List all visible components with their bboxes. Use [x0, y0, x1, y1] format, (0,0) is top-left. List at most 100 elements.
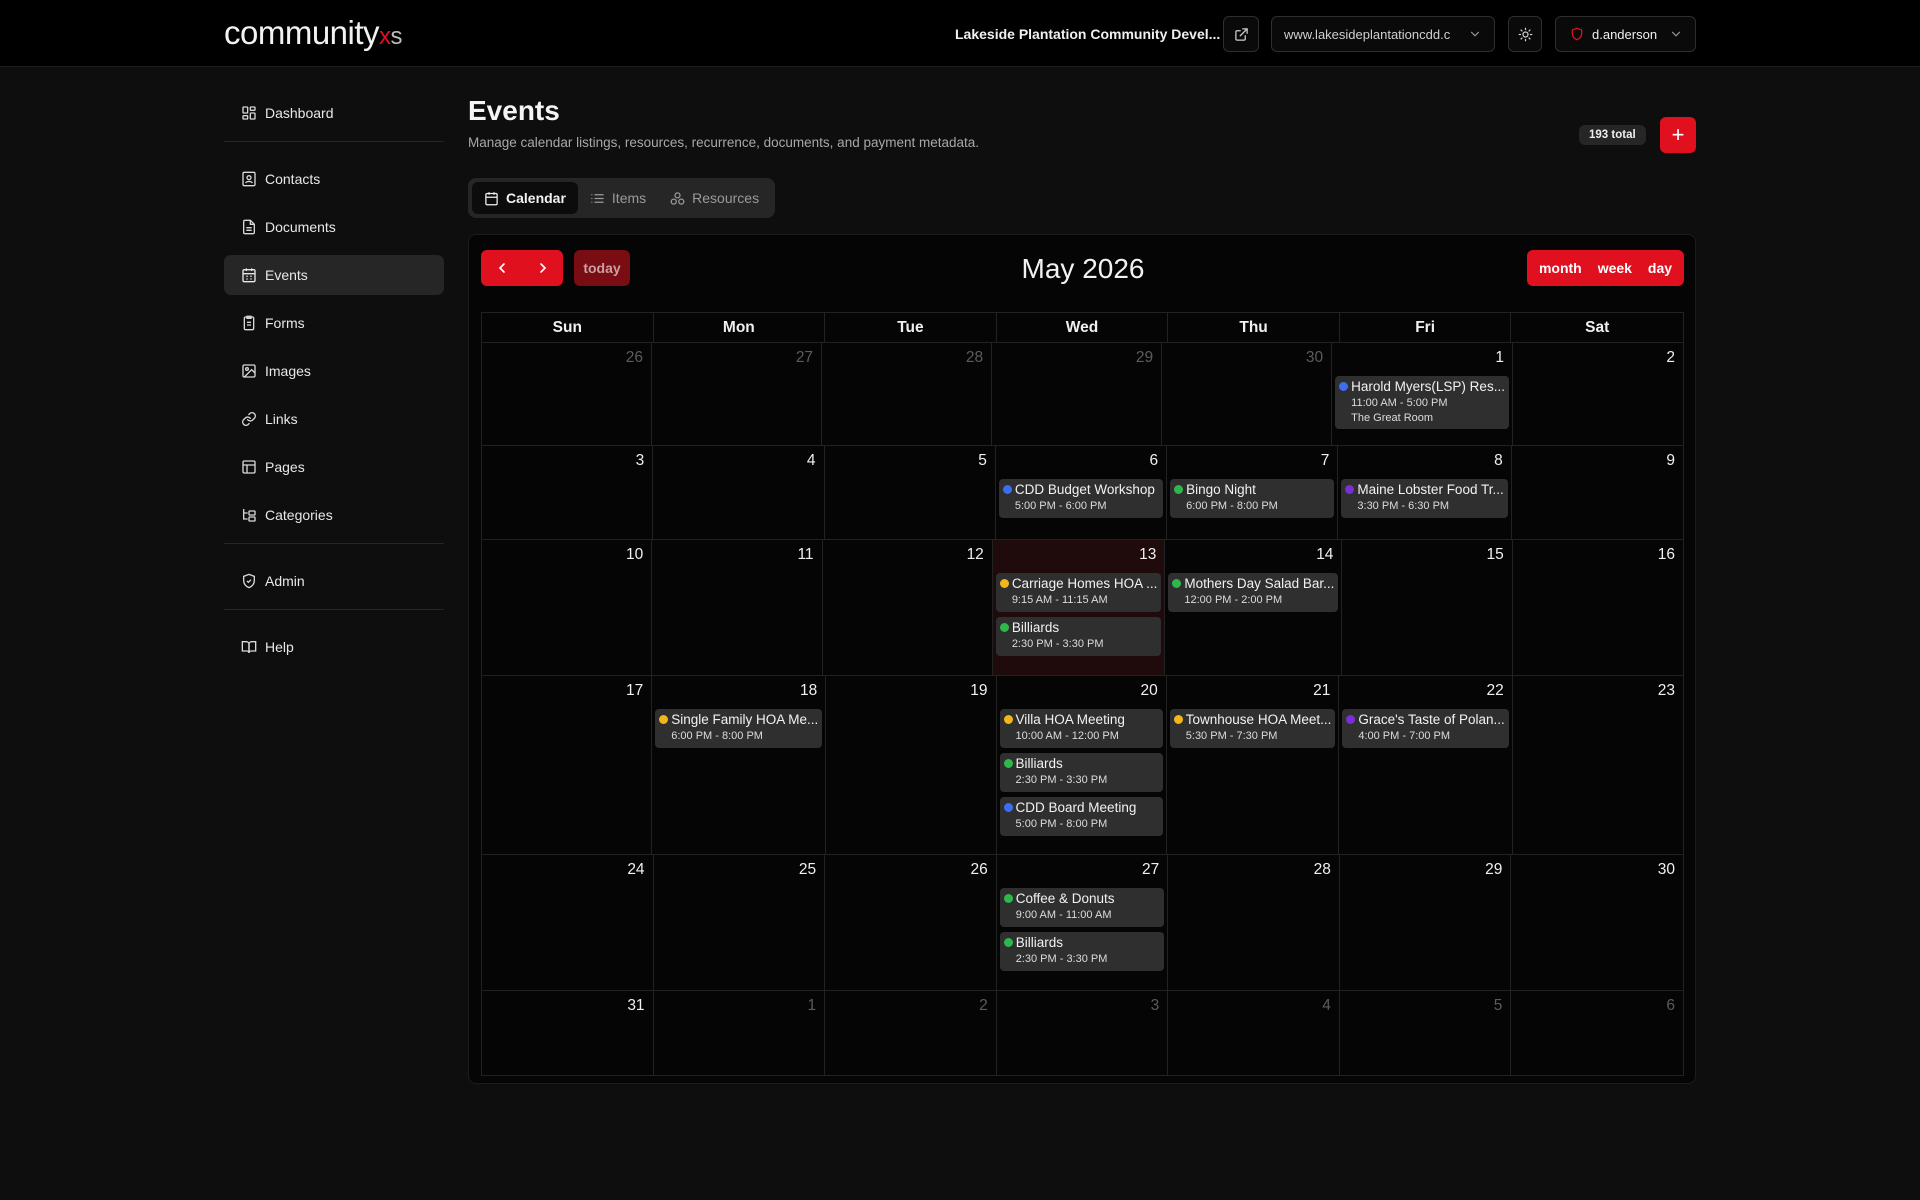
app-logo[interactable]: communityxs	[224, 14, 403, 52]
day-number[interactable]: 23	[1516, 682, 1680, 704]
calendar-day-cell[interactable]: 15	[1342, 540, 1513, 675]
calendar-event[interactable]: Townhouse HOA Meet... 5:30 PM - 7:30 PM	[1169, 709, 1336, 748]
tab-resources[interactable]: Resources	[658, 182, 771, 214]
day-number[interactable]: 3	[485, 452, 649, 474]
calendar-day-cell[interactable]: 3	[482, 446, 654, 539]
day-number[interactable]: 2	[828, 997, 993, 1019]
calendar-day-cell[interactable]: 27 Coffee & Donuts 9:00 AM - 11:00 AM Billi…	[997, 855, 1169, 990]
tab-items[interactable]: Items	[578, 182, 658, 214]
sidebar-item-categories[interactable]: Categories	[224, 495, 444, 535]
calendar-event[interactable]: Single Family HOA Me... 6:00 PM - 8:00 PM	[655, 709, 823, 748]
day-number[interactable]: 29	[995, 349, 1158, 371]
calendar-day-cell[interactable]: 29	[1340, 855, 1512, 990]
day-number[interactable]: 31	[485, 997, 650, 1019]
day-number[interactable]: 30	[1165, 349, 1328, 371]
calendar-event[interactable]: Grace's Taste of Polan... 4:00 PM - 7:00 …	[1342, 709, 1509, 748]
calendar-event[interactable]: Villa HOA Meeting 10:00 AM - 12:00 PM	[999, 709, 1163, 748]
calendar-event[interactable]: Coffee & Donuts 9:00 AM - 11:00 AM	[999, 888, 1165, 927]
sidebar-item-dashboard[interactable]: Dashboard	[224, 93, 444, 133]
calendar-day-cell[interactable]: 22 Grace's Taste of Polan... 4:00 PM - 7:0…	[1339, 676, 1513, 854]
day-number[interactable]: 2	[1516, 349, 1680, 371]
day-number[interactable]: 12	[826, 546, 989, 568]
day-number[interactable]: 1	[1335, 349, 1509, 371]
calendar-event[interactable]: Billiards 2:30 PM - 3:30 PM	[999, 753, 1163, 792]
calendar-day-cell[interactable]: 4	[653, 446, 825, 539]
calendar-day-cell[interactable]: 6	[1511, 991, 1683, 1075]
calendar-day-cell[interactable]: 28	[822, 343, 993, 445]
calendar-day-cell[interactable]: 6 CDD Budget Workshop 5:00 PM - 6:00 PM	[996, 446, 1168, 539]
day-number[interactable]: 29	[1343, 861, 1508, 883]
calendar-day-cell[interactable]: 5	[825, 446, 996, 539]
sidebar-item-admin[interactable]: Admin	[224, 561, 444, 601]
calendar-event[interactable]: CDD Board Meeting 5:00 PM - 8:00 PM	[999, 797, 1163, 836]
day-number[interactable]: 1	[657, 997, 822, 1019]
calendar-day-cell[interactable]: 30	[1511, 855, 1683, 990]
day-number[interactable]: 25	[657, 861, 822, 883]
calendar-day-cell[interactable]: 20 Villa HOA Meeting 10:00 AM - 12:00 PM Bi…	[997, 676, 1167, 854]
sidebar-item-images[interactable]: Images	[224, 351, 444, 391]
theme-toggle-button[interactable]	[1508, 16, 1542, 52]
calendar-day-cell[interactable]: 17	[482, 676, 653, 854]
day-number[interactable]: 3	[1000, 997, 1165, 1019]
day-number[interactable]: 24	[485, 861, 650, 883]
day-number[interactable]: 15	[1345, 546, 1508, 568]
day-number[interactable]: 7	[1170, 452, 1334, 474]
calendar-event[interactable]: CDD Budget Workshop 5:00 PM - 6:00 PM	[998, 479, 1164, 518]
sidebar-item-documents[interactable]: Documents	[224, 207, 444, 247]
calendar-day-cell-today[interactable]: 13 Carriage Homes HOA ... 9:15 AM - 11:15 …	[992, 540, 1166, 675]
calendar-event[interactable]: Billiards 2:30 PM - 3:30 PM	[999, 932, 1165, 971]
calendar-event[interactable]: Mothers Day Salad Bar... 12:00 PM - 2:00 …	[1168, 573, 1339, 612]
add-event-button[interactable]: +	[1660, 117, 1696, 153]
day-number[interactable]: 8	[1341, 452, 1507, 474]
day-number[interactable]: 26	[828, 861, 993, 883]
calendar-day-cell[interactable]: 27	[652, 343, 823, 445]
calendar-day-cell[interactable]: 12	[823, 540, 993, 675]
calendar-day-cell[interactable]: 26	[482, 343, 653, 445]
day-number[interactable]: 4	[1171, 997, 1336, 1019]
calendar-day-cell[interactable]: 10	[482, 540, 653, 675]
calendar-day-cell[interactable]: 28	[1168, 855, 1340, 990]
view-week-button[interactable]: week	[1598, 260, 1632, 276]
site-url-select[interactable]: www.lakesideplantationcdd.c	[1271, 16, 1495, 52]
tab-calendar[interactable]: Calendar	[472, 182, 578, 214]
calendar-day-cell[interactable]: 8 Maine Lobster Food Tr... 3:30 PM - 6:30 …	[1338, 446, 1512, 539]
day-number[interactable]: 19	[829, 682, 992, 704]
day-number[interactable]: 6	[999, 452, 1163, 474]
day-number[interactable]: 9	[1515, 452, 1680, 474]
day-number[interactable]: 4	[656, 452, 820, 474]
day-number[interactable]: 21	[1170, 682, 1336, 704]
calendar-day-cell[interactable]: 23	[1513, 676, 1683, 854]
calendar-day-cell[interactable]: 18 Single Family HOA Me... 6:00 PM - 8:00 …	[652, 676, 827, 854]
day-number[interactable]: 13	[996, 546, 1162, 568]
calendar-event[interactable]: Billiards 2:30 PM - 3:30 PM	[995, 617, 1162, 656]
day-number[interactable]: 22	[1342, 682, 1508, 704]
calendar-day-cell[interactable]: 21 Townhouse HOA Meet... 5:30 PM - 7:30 PM	[1167, 676, 1340, 854]
view-day-button[interactable]: day	[1648, 260, 1672, 276]
calendar-day-cell[interactable]: 7 Bingo Night 6:00 PM - 8:00 PM	[1167, 446, 1339, 539]
sidebar-item-forms[interactable]: Forms	[224, 303, 444, 343]
day-number[interactable]: 28	[1171, 861, 1336, 883]
user-menu-button[interactable]: d.anderson	[1555, 16, 1696, 52]
day-number[interactable]: 20	[1000, 682, 1163, 704]
calendar-day-cell[interactable]: 5	[1340, 991, 1512, 1075]
calendar-day-cell[interactable]: 1 Harold Myers(LSP) Res... 11:00 AM - 5:00…	[1332, 343, 1513, 445]
calendar-event[interactable]: Carriage Homes HOA ... 9:15 AM - 11:15 AM	[995, 573, 1162, 612]
calendar-day-cell[interactable]: 1	[654, 991, 826, 1075]
sidebar-item-help[interactable]: Help	[224, 627, 444, 667]
day-number[interactable]: 6	[1514, 997, 1680, 1019]
calendar-day-cell[interactable]: 2	[825, 991, 997, 1075]
day-number[interactable]: 16	[1516, 546, 1680, 568]
calendar-event[interactable]: Maine Lobster Food Tr... 3:30 PM - 6:30 P…	[1341, 479, 1508, 518]
day-number[interactable]: 27	[1000, 861, 1165, 883]
calendar-day-cell[interactable]: 25	[654, 855, 826, 990]
next-month-button[interactable]	[522, 250, 563, 286]
calendar-day-cell[interactable]: 19	[826, 676, 997, 854]
view-month-button[interactable]: month	[1539, 260, 1582, 276]
calendar-day-cell[interactable]: 4	[1168, 991, 1340, 1075]
sidebar-item-links[interactable]: Links	[224, 399, 444, 439]
day-number[interactable]: 30	[1514, 861, 1680, 883]
calendar-day-cell[interactable]: 14 Mothers Day Salad Bar... 12:00 PM - 2:0…	[1165, 540, 1343, 675]
day-number[interactable]: 27	[655, 349, 818, 371]
day-number[interactable]: 17	[485, 682, 648, 704]
day-number[interactable]: 11	[655, 546, 818, 568]
